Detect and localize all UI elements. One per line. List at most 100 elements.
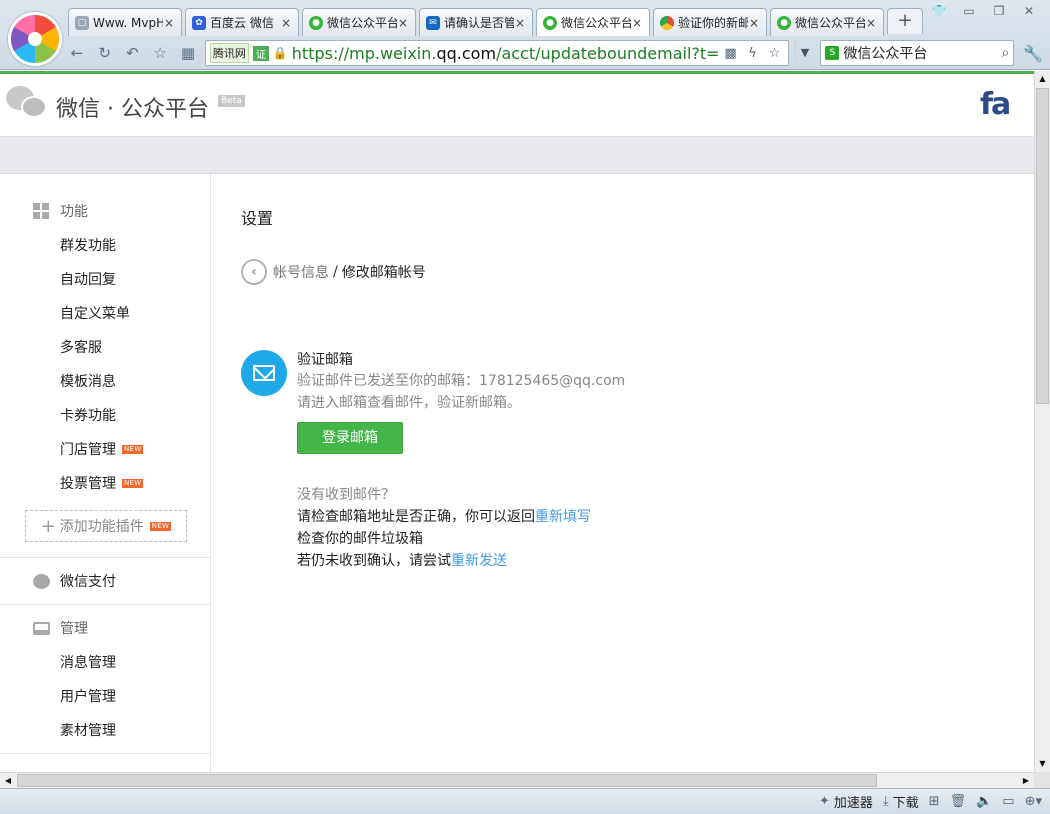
tab-title: 微信公众平台: [561, 16, 631, 30]
bookmark-star-icon[interactable]: ☆: [766, 46, 784, 61]
maximize-icon[interactable]: ❐: [986, 2, 1012, 20]
add-plugin-label: 添加功能插件: [59, 519, 144, 535]
mail-icon: ✉: [426, 15, 440, 30]
qrcode-icon[interactable]: ▩: [722, 46, 740, 61]
sidebar-item-wechat-pay[interactable]: 微信支付: [0, 558, 210, 604]
add-tab-icon[interactable]: ⊞: [929, 794, 940, 809]
back-icon[interactable]: ←: [66, 42, 88, 64]
sidebar-item-function[interactable]: 门店管理 NEW: [0, 432, 210, 466]
sidebar-item-users[interactable]: 用户管理: [0, 679, 210, 713]
search-icon[interactable]: ⌕: [1001, 45, 1009, 61]
browser-tab[interactable]: ● 微信公众平台 ×: [770, 8, 884, 36]
sidebar-item-function[interactable]: 自定义菜单: [0, 296, 210, 330]
browser-logo-icon[interactable]: [8, 12, 62, 66]
skin-icon[interactable]: 👕: [926, 2, 952, 20]
horizontal-scrollbar[interactable]: ◀ ▶: [0, 772, 1034, 788]
help-text: 请检查邮箱地址是否正确，你可以返回: [297, 509, 535, 525]
refill-link[interactable]: 重新填写: [535, 509, 591, 525]
tab-strip: ▢ Www. MvpHack × ✿ 百度云 微信 × ● 微信公众平台 × ✉…: [68, 8, 923, 36]
back-circle-icon[interactable]: ‹: [241, 259, 267, 285]
tab-close-icon[interactable]: ×: [514, 16, 526, 30]
sidebar-item-function[interactable]: 自动回复: [0, 262, 210, 296]
address-bar[interactable]: 腾讯网 证 🔒 https://mp.weixin.qq.com/acct/up…: [204, 40, 789, 66]
address-dropdown-icon[interactable]: ▼: [794, 40, 815, 66]
trash-icon[interactable]: 🗑: [950, 794, 967, 809]
cert-badge[interactable]: 证: [252, 45, 269, 61]
sidebar-item-label: 模板消息: [60, 374, 116, 390]
sidebar-item-function[interactable]: 卡券功能: [0, 398, 210, 432]
sidebar-item-label: 卡券功能: [60, 408, 116, 424]
sidebar-item-label: 自定义菜单: [60, 306, 130, 322]
browser-tab[interactable]: ✉ 请确认是否管 ×: [419, 8, 533, 36]
wechat-icon: ●: [309, 15, 323, 30]
browser-tab[interactable]: ✿ 百度云 微信 ×: [185, 8, 299, 36]
tools-wrench-icon[interactable]: 🔧: [1020, 44, 1046, 63]
speaker-icon[interactable]: 🔈: [976, 794, 992, 809]
sidebar-item-function[interactable]: 多客服: [0, 330, 210, 364]
horizontal-scroll-thumb[interactable]: [17, 774, 877, 787]
scroll-right-icon[interactable]: ▶: [1018, 773, 1034, 788]
sidebar-item-function[interactable]: 模板消息: [0, 364, 210, 398]
tab-title: 验证你的新邮: [678, 16, 748, 30]
favorite-star-icon[interactable]: ☆: [149, 42, 171, 64]
window-controls: 👕 ▭ ❐ ✕: [926, 2, 1042, 20]
platform-title[interactable]: 微信 · 公众平台: [56, 91, 209, 123]
lightning-icon[interactable]: ϟ: [744, 46, 762, 61]
search-box[interactable]: S 微信公众平台 ⌕: [820, 40, 1015, 66]
url-text[interactable]: https://mp.weixin.qq.com/acct/updateboun…: [292, 44, 718, 63]
tab-title: Www. MvpHack: [93, 15, 163, 30]
browser-tab[interactable]: 验证你的新邮 ×: [653, 8, 767, 36]
refresh-icon[interactable]: ↻: [94, 42, 116, 64]
tab-close-icon[interactable]: ×: [748, 16, 760, 30]
sidebar-item-function[interactable]: 投票管理 NEW: [0, 466, 210, 500]
new-badge: NEW: [149, 521, 172, 531]
minimize-icon[interactable]: ▭: [956, 2, 982, 20]
tab-close-icon[interactable]: ×: [280, 16, 292, 30]
help-text: 若仍未收到确认，请尝试: [297, 553, 451, 569]
baidu-paw-icon: ✿: [192, 15, 206, 30]
verify-sent-text: 验证邮件已发送至你的邮箱：178125465@qq.com: [297, 373, 626, 389]
beta-badge: Beta: [218, 95, 245, 107]
browser-tab[interactable]: ● 微信公众平台 ×: [302, 8, 416, 36]
add-plugin-button[interactable]: + 添加功能插件 NEW: [25, 510, 187, 542]
breadcrumb-link-account[interactable]: 帐号信息: [273, 262, 329, 282]
resend-link[interactable]: 重新发送: [451, 553, 507, 569]
tab-close-icon[interactable]: ×: [397, 16, 409, 30]
scroll-left-icon[interactable]: ◀: [0, 773, 16, 788]
apps-grid-icon[interactable]: ▦: [177, 42, 199, 64]
search-input[interactable]: 微信公众平台: [843, 43, 997, 63]
nav-divider: [0, 753, 210, 754]
verify-text: 验证邮箱 验证邮件已发送至你的邮箱：178125465@qq.com 请进入邮箱…: [297, 350, 625, 414]
login-mailbox-button[interactable]: 登录邮箱: [297, 422, 403, 454]
browser-tab-active[interactable]: ● 微信公众平台 ×: [536, 8, 650, 36]
tab-close-icon[interactable]: ×: [865, 16, 877, 30]
zoom-icon[interactable]: ⊕▾: [1025, 794, 1042, 809]
lock-icon: 🔒: [272, 46, 288, 60]
scroll-down-icon[interactable]: ▼: [1035, 756, 1050, 772]
vertical-scrollbar[interactable]: ▲ ▼: [1034, 71, 1050, 772]
screen-icon[interactable]: ▭: [1002, 794, 1014, 809]
download-item[interactable]: ⤓ 下载: [883, 792, 919, 811]
url-suffix: /acct/updateboundemail?t=s: [496, 43, 718, 63]
tab-close-icon[interactable]: ×: [163, 16, 175, 30]
browser-toolbar: ← ↻ ↶ ☆ ▦ 腾讯网 证 🔒 https://mp.weixin.qq.c…: [66, 40, 1046, 66]
download-label: 下载: [892, 796, 919, 811]
sidebar-item-materials[interactable]: 素材管理: [0, 713, 210, 747]
new-tab-button[interactable]: +: [887, 8, 923, 34]
sidebar-item-messages[interactable]: 消息管理: [0, 645, 210, 679]
tab-close-icon[interactable]: ×: [631, 16, 643, 30]
accelerator-item[interactable]: ✦ 加速器: [819, 792, 873, 811]
url-domain: qq.com: [436, 43, 497, 63]
account-avatar[interactable]: fa: [976, 87, 1034, 123]
browser-tab[interactable]: ▢ Www. MvpHack ×: [68, 8, 182, 36]
sidebar-item-label: 用户管理: [60, 689, 116, 705]
wechat-logo-icon[interactable]: [6, 86, 50, 122]
search-engine-icon[interactable]: S: [825, 46, 840, 60]
function-items: 群发功能 自动回复自定义菜单多客服模板消息卡券功能门店管理 NEW 投票管理 NEW: [0, 228, 210, 500]
vertical-scroll-thumb[interactable]: [1036, 88, 1049, 404]
close-window-icon[interactable]: ✕: [1016, 2, 1042, 20]
sidebar-item-function[interactable]: 群发功能: [0, 228, 210, 262]
undo-close-icon[interactable]: ↶: [122, 42, 144, 64]
nav-group-label: 功能: [60, 204, 88, 220]
scroll-up-icon[interactable]: ▲: [1035, 71, 1050, 87]
